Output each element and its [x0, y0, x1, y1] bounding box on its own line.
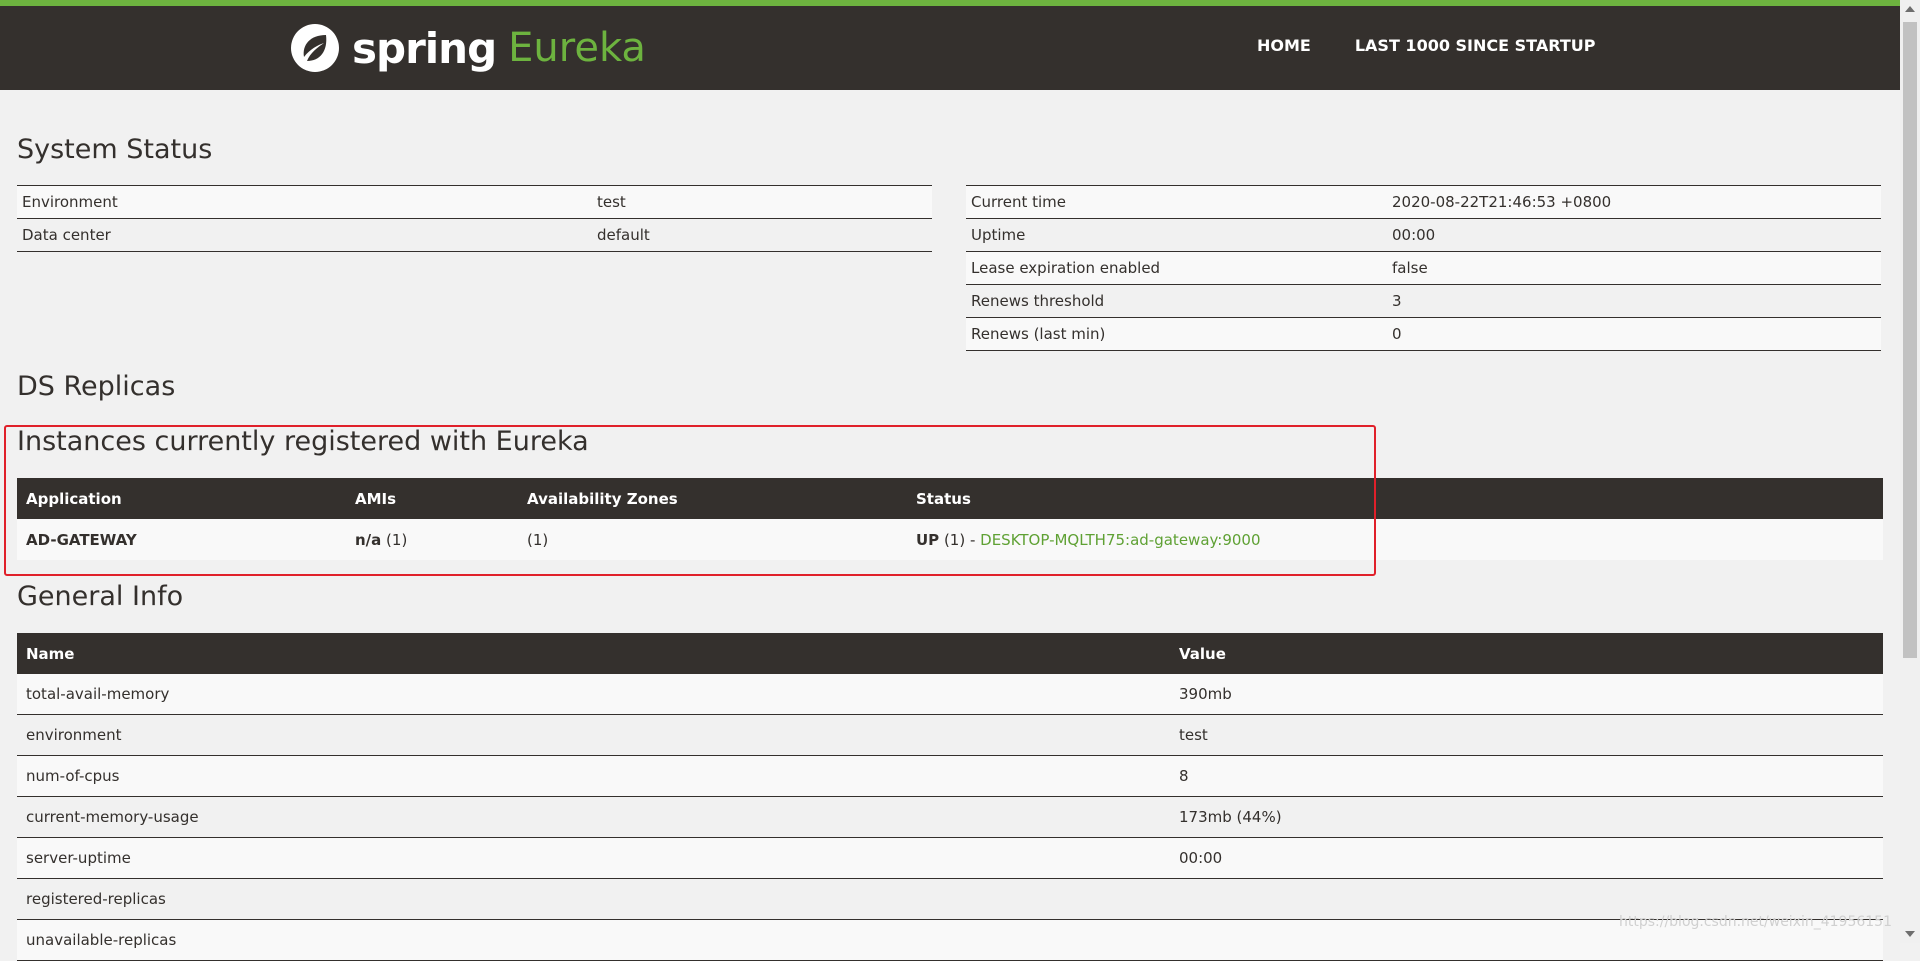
nav-links: HOME LAST 1000 SINCE STARTUP: [1257, 36, 1639, 55]
table-row: server-uptime 00:00: [17, 837, 1883, 879]
status-up: UP: [916, 530, 940, 549]
amis-count: (1): [381, 530, 408, 549]
table-row: Environment test: [17, 185, 932, 219]
table-row: current-memory-usage 173mb (44%): [17, 796, 1883, 838]
spring-leaf-icon: [291, 24, 339, 72]
table-row: AD-GATEWAY n/a (1) (1) UP (1) - DESKTOP-…: [17, 519, 1883, 560]
info-name: num-of-cpus: [17, 755, 1170, 797]
table-row: Data center default: [17, 218, 932, 252]
table-row: total-avail-memory 390mb: [17, 674, 1883, 715]
info-name: environment: [17, 714, 1170, 756]
table-header-row: Name Value: [17, 633, 1883, 674]
brand-spring-text: spring: [352, 23, 497, 73]
amis-cell: n/a (1): [346, 519, 518, 560]
column-header-amis: AMIs: [346, 478, 518, 519]
status-count: (1) -: [939, 530, 981, 549]
scroll-up-arrow-icon[interactable]: [1905, 6, 1915, 12]
table-row: Current time 2020-08-22T21:46:53 +0800: [966, 185, 1881, 219]
status-label: Data center: [17, 218, 592, 252]
table-row: Renews threshold 3: [966, 284, 1881, 318]
info-value: 8: [1170, 755, 1883, 797]
status-cell: UP (1) - DESKTOP-MQLTH75:ad-gateway:9000: [907, 519, 1883, 560]
info-name: server-uptime: [17, 837, 1170, 879]
brand-eureka-text: Eureka: [508, 25, 646, 71]
zones-cell: (1): [518, 519, 907, 560]
system-status-right-table: Current time 2020-08-22T21:46:53 +0800 U…: [966, 185, 1881, 351]
brand-logo[interactable]: spring Eureka: [290, 20, 646, 76]
scroll-down-arrow-icon[interactable]: [1905, 931, 1915, 937]
status-value: test: [592, 185, 932, 219]
status-label: Renews (last min): [966, 317, 1387, 351]
amis-value: n/a: [355, 530, 382, 549]
status-value: default: [592, 218, 932, 252]
table-row: unavailable-replicas: [17, 919, 1883, 961]
instances-title: Instances currently registered with Eure…: [17, 426, 589, 457]
ds-replicas-title: DS Replicas: [17, 371, 176, 402]
info-name: registered-replicas: [17, 878, 1170, 920]
info-name: current-memory-usage: [17, 796, 1170, 838]
info-value: test: [1170, 714, 1883, 756]
info-value: 00:00: [1170, 837, 1883, 879]
status-value: 3: [1387, 284, 1881, 318]
nav-home-link[interactable]: HOME: [1257, 36, 1311, 55]
general-info-table: Name Value total-avail-memory 390mb envi…: [17, 633, 1883, 961]
column-header-application: Application: [17, 478, 346, 519]
status-label: Lease expiration enabled: [966, 251, 1387, 285]
table-row: registered-replicas: [17, 878, 1883, 920]
info-name: total-avail-memory: [17, 674, 1170, 715]
table-row: num-of-cpus 8: [17, 755, 1883, 797]
general-info-title: General Info: [17, 581, 184, 612]
navbar: spring Eureka HOME LAST 1000 SINCE START…: [0, 6, 1900, 90]
status-value: 0: [1387, 317, 1881, 351]
application-name: AD-GATEWAY: [17, 519, 346, 560]
status-label: Renews threshold: [966, 284, 1387, 318]
instance-link[interactable]: DESKTOP-MQLTH75:ad-gateway:9000: [980, 531, 1260, 549]
scroll-thumb[interactable]: [1903, 22, 1917, 658]
status-label: Uptime: [966, 218, 1387, 252]
instances-table: Application AMIs Availability Zones Stat…: [17, 478, 1883, 560]
info-name: unavailable-replicas: [17, 919, 1170, 961]
table-row: Lease expiration enabled false: [966, 251, 1881, 285]
table-row: Uptime 00:00: [966, 218, 1881, 252]
watermark: https://blog.csdn.net/weixin_41956151: [1618, 914, 1892, 930]
status-label: Current time: [966, 185, 1387, 219]
info-value: 173mb (44%): [1170, 796, 1883, 838]
column-header-status: Status: [907, 478, 1883, 519]
table-header-row: Application AMIs Availability Zones Stat…: [17, 478, 1883, 519]
vertical-scrollbar[interactable]: [1900, 0, 1920, 943]
status-value: 00:00: [1387, 218, 1881, 252]
status-label: Environment: [17, 185, 592, 219]
table-row: Renews (last min) 0: [966, 317, 1881, 351]
status-value: false: [1387, 251, 1881, 285]
nav-last1000-link[interactable]: LAST 1000 SINCE STARTUP: [1355, 36, 1596, 55]
system-status-title: System Status: [17, 134, 213, 165]
info-value: 390mb: [1170, 674, 1883, 715]
column-header-value: Value: [1170, 633, 1883, 674]
table-row: environment test: [17, 714, 1883, 756]
status-value: 2020-08-22T21:46:53 +0800: [1387, 185, 1881, 219]
column-header-name: Name: [17, 633, 1170, 674]
column-header-zones: Availability Zones: [518, 478, 907, 519]
system-status-left-table: Environment test Data center default: [17, 185, 932, 252]
